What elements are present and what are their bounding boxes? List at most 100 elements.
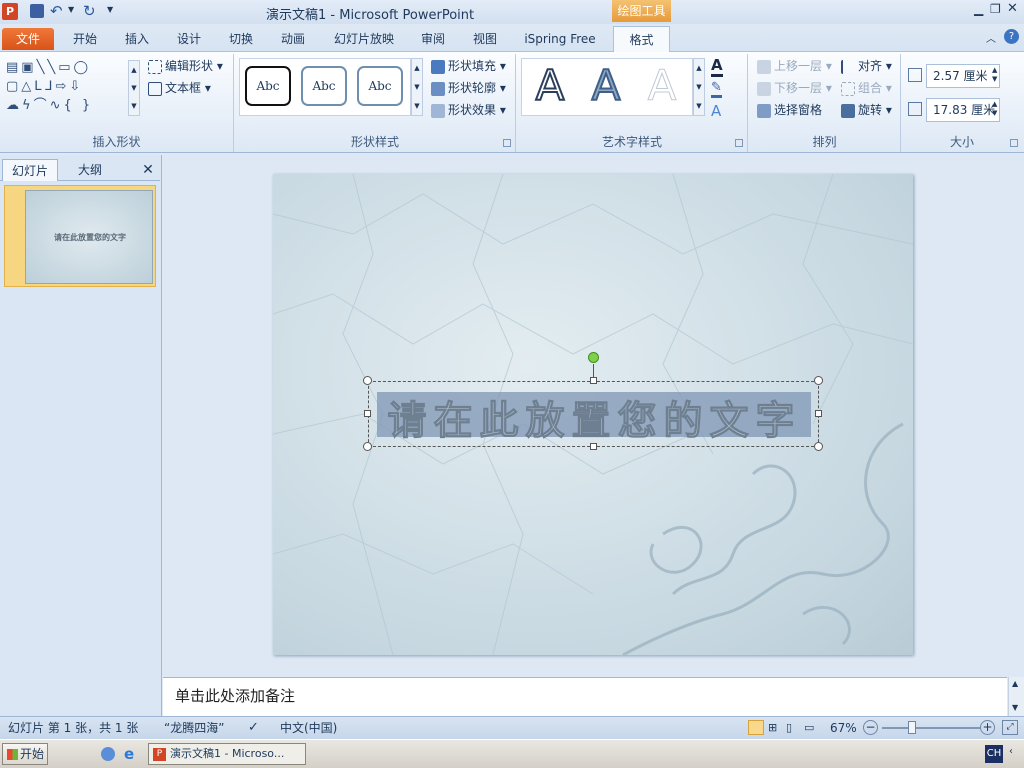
title-textbox[interactable]: 请在此放置您的文字 [368,381,819,447]
notes-scrollbar[interactable]: ▲ ▼ [1008,677,1024,716]
powerpoint-logo-icon[interactable]: P [2,3,18,20]
zoom-in-icon[interactable]: + [980,720,995,735]
zoom-slider[interactable] [882,727,980,729]
shape-style-3[interactable]: Abc [357,66,403,106]
width-spin-arrows-icon[interactable]: ▲ ▼ [992,100,997,118]
tab-slideshow[interactable]: 幻灯片放映 [326,28,402,50]
tab-file[interactable]: 文件 [2,28,54,50]
minimize-ribbon-icon[interactable]: ︿ [986,30,996,45]
minimize-icon[interactable]: ▁ [974,2,983,16]
text-box-button[interactable]: 文本框 ▾ [148,78,211,98]
text-effects-icon[interactable]: A [711,102,721,120]
text-outline-icon[interactable]: ✎ [711,80,722,98]
tab-format[interactable]: 格式 [613,26,670,52]
tab-review[interactable]: 审阅 [410,28,456,50]
spellcheck-icon[interactable]: ✓ [248,717,259,739]
zoom-slider-thumb[interactable] [908,721,916,734]
help-icon[interactable]: ? [1004,29,1019,44]
slide-canvas[interactable]: 请在此放置您的文字 [273,174,913,655]
tab-animations[interactable]: 动画 [270,28,316,50]
selection-pane-button[interactable]: 选择窗格 [757,100,822,120]
shape-style-1[interactable]: Abc [245,66,291,106]
language[interactable]: 中文(中国) [280,717,337,739]
wordart-gallery-scroll[interactable]: ▲ ▼ ▼ [693,58,705,116]
handle-middle-right[interactable] [815,410,822,417]
handle-top-right[interactable] [814,376,823,385]
handle-top-left[interactable] [363,376,372,385]
tab-insert[interactable]: 插入 [114,28,160,50]
handle-top-middle[interactable] [590,377,597,384]
ie-icon[interactable]: e [124,745,134,763]
reading-view-icon[interactable]: ▯ [786,717,792,739]
tab-home[interactable]: 开始 [62,28,108,50]
window-title: 演示文稿1 - Microsoft PowerPoint [266,8,475,23]
wordart-launcher-icon[interactable] [735,139,743,147]
zoom-level[interactable]: 67% [830,717,857,739]
rotation-handle[interactable] [588,352,599,363]
normal-view-icon[interactable] [748,720,764,735]
rotate-button[interactable]: 旋转 ▾ [841,100,892,120]
thumbnail-text: 请在此放置您的文字 [54,232,126,242]
zoom-out-icon[interactable]: − [863,720,878,735]
wordart-style-2[interactable]: A [583,61,629,111]
handle-middle-left[interactable] [364,410,371,417]
title-text[interactable]: 请在此放置您的文字 [369,390,820,446]
customize-qat-icon[interactable]: ▼ [107,5,113,14]
width-input[interactable]: 17.83 厘米 [926,98,1000,122]
restore-icon[interactable]: ❐ [990,2,1001,16]
undo-dropdown-icon[interactable]: ▼ [68,5,74,14]
handle-bottom-right[interactable] [814,442,823,451]
shape-styles-launcher-icon[interactable] [503,139,511,147]
taskbar-powerpoint-button[interactable]: P 演示文稿1 - Microso... [148,743,306,765]
notes-pane[interactable]: 单击此处添加备注 [163,677,1007,716]
paint-bucket-icon [431,59,445,74]
align-button[interactable]: 对齐 ▾ [841,56,892,76]
width-icon [908,102,922,116]
shapes-gallery-scroll[interactable]: ▲ ▼ ▼ [128,60,140,116]
tab-design[interactable]: 设计 [166,28,212,50]
tab-slides[interactable]: 幻灯片 [2,159,58,181]
theme-name[interactable]: “龙腾四海” [164,717,224,739]
close-panel-icon[interactable]: ✕ [138,159,158,181]
scroll-down-icon[interactable]: ▼ [1012,703,1018,712]
shape-style-2[interactable]: Abc [301,66,347,106]
slide-thumbnail[interactable]: 请在此放置您的文字 [4,185,156,287]
tab-outline[interactable]: 大纲 [60,159,120,181]
bring-forward-button[interactable]: 上移一层 ▾ [757,56,832,76]
redo-icon[interactable]: ↻ [83,2,96,20]
ime-options-icon[interactable]: ‹ [1009,746,1013,757]
tab-view[interactable]: 视图 [462,28,508,50]
tab-ispring[interactable]: iSpring Free [518,28,602,50]
edit-shape-button[interactable]: 编辑形状 ▾ [148,56,223,76]
shape-outline-button[interactable]: 形状轮廓 ▾ [431,78,506,98]
send-backward-button[interactable]: 下移一层 ▾ [757,78,832,98]
scroll-up-icon[interactable]: ▲ [1012,679,1018,688]
close-window-icon[interactable]: ✕ [1007,1,1018,16]
tab-transitions[interactable]: 切换 [218,28,264,50]
handle-bottom-left[interactable] [363,442,372,451]
shape-fill-button[interactable]: 形状填充 ▾ [431,56,506,76]
shape-styles-scroll[interactable]: ▲ ▼ ▼ [411,58,423,116]
height-input[interactable]: 2.57 厘米 [926,64,1000,88]
fit-slide-icon[interactable]: ⤢ [1002,720,1018,735]
start-button[interactable]: 开始 [2,743,48,765]
shape-effects-button[interactable]: 形状效果 ▾ [431,100,506,120]
quicklaunch-icon[interactable] [101,747,115,761]
windows-logo-icon [7,749,18,760]
wordart-style-1[interactable]: A [527,61,573,111]
ime-indicator[interactable]: CH [985,745,1003,763]
size-launcher-icon[interactable] [1010,139,1018,147]
slide-sorter-icon[interactable]: ⊞ [768,717,777,739]
slideshow-view-icon[interactable]: ▭ [804,717,814,739]
handle-bottom-middle[interactable] [590,443,597,450]
height-spin-arrows-icon[interactable]: ▲ ▼ [992,66,997,84]
wordart-style-3[interactable]: A [639,61,685,110]
group-button[interactable]: 组合 ▾ [841,78,892,98]
rotate-icon [841,103,855,118]
slide-info: 幻灯片 第 1 张，共 1 张 [8,721,139,735]
undo-icon[interactable]: ↶ [50,2,63,20]
save-icon[interactable] [30,4,44,18]
text-fill-icon[interactable]: A [711,56,723,77]
group-label: 组合 [858,81,883,95]
shapes-gallery[interactable]: ▤▣╲╲▭◯ ▢△ᒪᒧ⇨⇩ ☁ϟ⌒∿{ } [6,58,130,116]
